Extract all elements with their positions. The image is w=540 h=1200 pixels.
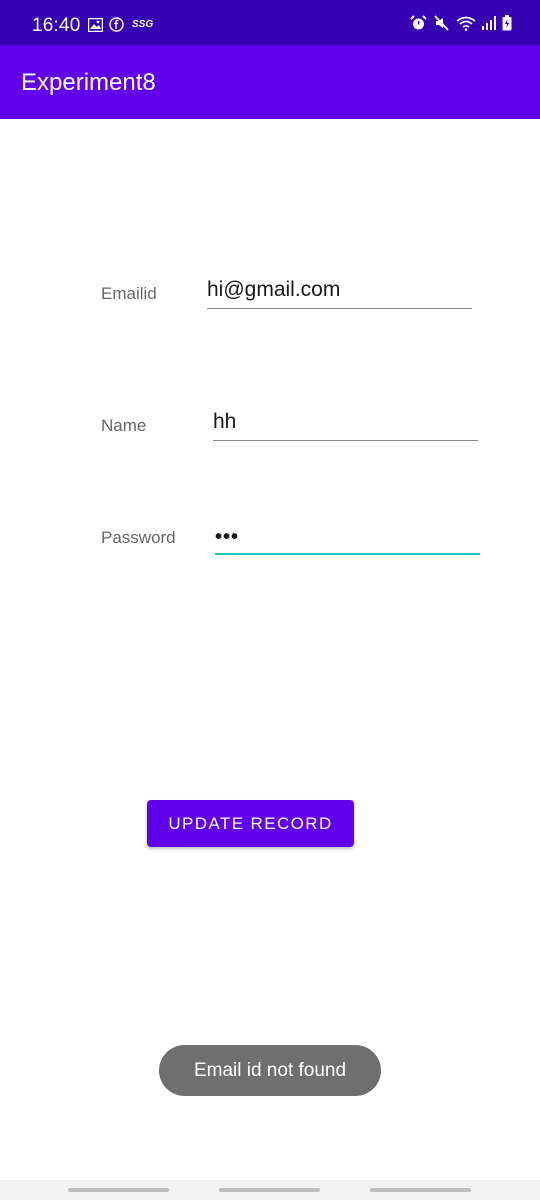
mute-icon	[433, 15, 450, 31]
alarm-icon	[410, 15, 427, 31]
email-field[interactable]: hi@gmail.com	[207, 270, 472, 309]
status-bar: 16:40 SSG	[0, 0, 540, 45]
signal-icon	[482, 16, 496, 30]
nav-home-handle[interactable]	[219, 1188, 320, 1192]
image-icon	[88, 17, 103, 32]
email-value: hi@gmail.com	[207, 278, 341, 301]
password-field[interactable]: •••	[215, 516, 480, 555]
battery-icon	[502, 15, 512, 31]
navigation-bar	[0, 1180, 540, 1200]
name-field[interactable]: hh	[213, 402, 478, 441]
password-value: •••	[215, 526, 240, 548]
password-label: Password	[101, 528, 176, 547]
status-left-icons: SSG	[88, 17, 153, 32]
name-value: hh	[213, 410, 237, 433]
toast-text: Email id not found	[193, 1059, 347, 1081]
name-label: Name	[101, 416, 147, 435]
email-label: Emailid	[101, 284, 157, 303]
nav-recents-handle[interactable]	[68, 1188, 169, 1192]
update-record-button[interactable]: UPDATE RECORD	[147, 800, 354, 847]
status-right-icons	[410, 15, 512, 31]
app-title: Experiment8	[21, 69, 156, 96]
app-bar: Experiment8	[0, 45, 540, 119]
facebook-icon	[109, 17, 124, 32]
network-label: SSG	[132, 19, 154, 30]
status-time: 16:40	[32, 15, 81, 36]
wifi-icon	[456, 16, 476, 31]
toast-message: Email id not found	[159, 1045, 381, 1096]
nav-back-handle[interactable]	[370, 1188, 471, 1192]
